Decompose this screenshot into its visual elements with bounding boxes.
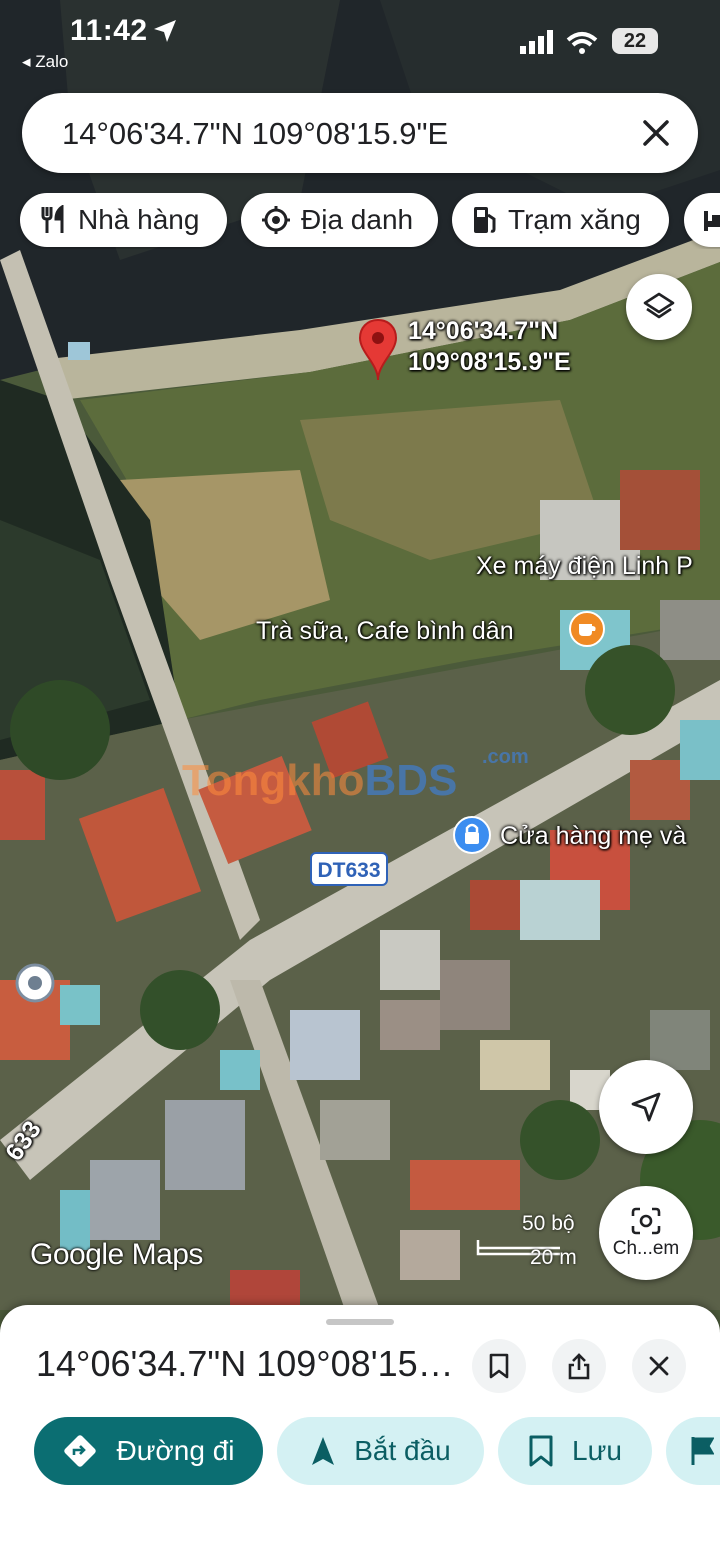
place-label-xe-may[interactable]: Xe máy điện Linh P <box>476 552 693 581</box>
pin-latitude: 14°06'34.7"N <box>408 317 559 345</box>
signal-wifi-icon <box>520 30 598 54</box>
close-icon <box>649 1356 669 1376</box>
location-arrow-icon <box>154 20 176 42</box>
pin-longitude: 109°08'15.9"E <box>408 348 571 376</box>
layers-icon <box>643 292 675 319</box>
gas-station-icon <box>474 207 496 233</box>
pin-coordinates-label: 14°06'34.7"N 109°08'15.9"E <box>408 316 571 378</box>
start-label: Bắt đầu <box>354 1435 451 1466</box>
battery-indicator: 22 <box>612 28 658 54</box>
start-button[interactable]: Bắt đầu <box>277 1417 484 1485</box>
chip-hotel[interactable] <box>684 193 720 247</box>
map-scale: 50 bộ 20 m <box>476 1210 586 1270</box>
watermark-com: .com <box>482 746 529 768</box>
layers-button[interactable] <box>626 274 692 340</box>
landmark-icon <box>262 206 290 234</box>
sheet-title: 14°06'34.7"N 109°08'15.9"E <box>36 1343 460 1384</box>
bookmark-icon <box>529 1435 553 1467</box>
directions-label: Đường đi <box>116 1435 235 1466</box>
action-buttons: Đường đi Bắt đầu Lưu <box>0 1417 720 1487</box>
chip-label: Trạm xăng <box>508 204 641 235</box>
navigation-arrow-icon <box>631 1092 661 1122</box>
navigation-icon <box>312 1437 335 1465</box>
place-label-tra-sua[interactable]: Trà sữa, Cafe bình dân <box>256 617 514 646</box>
chip-label: Địa danh <box>301 204 414 235</box>
watermark-bds: BDS <box>364 756 458 805</box>
my-location-button[interactable] <box>599 1060 693 1154</box>
flag-icon <box>691 1437 714 1465</box>
cafe-icon[interactable] <box>568 610 606 654</box>
place-label-cua-hang[interactable]: Cửa hàng mẹ và <box>500 822 686 851</box>
clear-search-icon[interactable] <box>636 113 676 153</box>
sheet-drag-handle[interactable] <box>326 1319 394 1325</box>
poi-marker-icon[interactable] <box>14 962 56 1004</box>
chip-landmark[interactable]: Địa danh <box>241 193 438 247</box>
google-maps-logo: Google Maps <box>30 1238 203 1271</box>
status-bar: 11:42 ◂ Zalo 22 <box>0 0 720 80</box>
watermark-main: Tongkho <box>182 756 365 805</box>
lens-button[interactable]: Ch...em <box>599 1186 693 1280</box>
save-button[interactable]: Lưu <box>498 1417 652 1485</box>
directions-button[interactable]: Đường đi <box>34 1417 263 1485</box>
share-button[interactable] <box>552 1339 606 1393</box>
restaurant-icon <box>41 205 64 233</box>
lens-label: Ch...em <box>612 1238 680 1259</box>
scale-metric: 20 m <box>530 1246 577 1269</box>
more-action-button[interactable] <box>666 1417 720 1485</box>
save-label: Lưu <box>572 1435 622 1466</box>
search-input[interactable] <box>60 111 624 157</box>
place-bottom-sheet[interactable]: 14°06'34.7"N 109°08'15.9"E Đường đi Bắt … <box>0 1305 720 1557</box>
share-icon <box>568 1353 590 1380</box>
search-bar[interactable] <box>22 93 698 173</box>
save-icon-button[interactable] <box>472 1339 526 1393</box>
scale-imperial: 50 bộ <box>522 1212 575 1235</box>
chip-restaurant[interactable]: Nhà hàng <box>20 193 227 247</box>
chip-label: Nhà hàng <box>78 204 200 235</box>
close-sheet-button[interactable] <box>632 1339 686 1393</box>
camera-lens-icon <box>631 1207 661 1235</box>
bookmark-icon <box>489 1353 509 1379</box>
watermark: TongkhoBDS .com <box>182 746 529 806</box>
category-chips: Nhà hàng Địa danh Trạm xăng <box>0 193 720 249</box>
hotel-icon <box>704 211 720 231</box>
shop-icon[interactable] <box>452 815 492 861</box>
dropped-pin-icon[interactable] <box>358 318 398 382</box>
chip-gas-station[interactable]: Trạm xăng <box>452 193 669 247</box>
road-route-badge: DT633 <box>310 852 388 886</box>
back-to-app-link[interactable]: ◂ Zalo <box>22 52 68 72</box>
status-time: 11:42 <box>70 14 148 47</box>
directions-icon <box>64 1435 97 1467</box>
